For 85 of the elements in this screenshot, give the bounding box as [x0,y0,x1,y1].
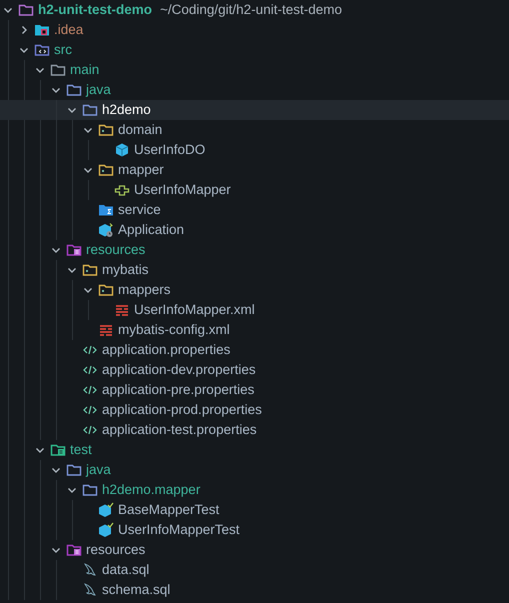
tree-row[interactable]: service [0,200,509,220]
tree-row[interactable]: domain [0,120,509,140]
folder-icon [50,62,66,78]
tree-item-label: UserInfoMapper [134,181,231,199]
tree-item-label: application-pre.properties [102,381,254,399]
tree-row[interactable]: test [0,440,509,460]
tree-item-label: src [54,41,72,59]
test-class-icon [98,522,114,538]
database-file-icon [82,562,98,578]
folder-icon [18,2,34,18]
resources-folder-icon [66,542,82,558]
tree-item-label: java [86,81,111,99]
tree-item-label: resources [86,541,146,559]
xml-file-icon [114,302,130,318]
tree-row[interactable]: resources [0,240,509,260]
tree-row[interactable]: java [0,460,509,480]
tree-row[interactable]: application-prod.properties [0,400,509,420]
tree-item-label: application.properties [102,341,230,359]
project-path: ~/Coding/git/h2-unit-test-demo [160,1,342,19]
cube-icon [114,142,130,158]
project-name: h2-unit-test-demo [38,1,152,19]
package-folder-icon [82,262,98,278]
tree-item-label: schema.sql [102,581,170,599]
tree-row[interactable]: application-test.properties [0,420,509,440]
tree-item-label: .idea [54,21,84,39]
tree-item-label: mappers [118,281,171,299]
tree-row[interactable]: mapper [0,160,509,180]
tree-row[interactable]: UserInfoMapper.xml [0,300,509,320]
folder-icon [66,462,82,478]
resources-folder-icon [66,242,82,258]
class-icon [98,222,114,238]
tree-item-label: mybatis [102,261,149,279]
tree-item-label: application-dev.properties [102,361,256,379]
tree-row[interactable]: application.properties [0,340,509,360]
tree-item-label: test [70,441,92,459]
tree-item-label: data.sql [102,561,150,579]
test-folder-icon [50,442,66,458]
tree-row[interactable]: UserInfoDO [0,140,509,160]
tree-item-label: mybatis-config.xml [118,321,230,339]
tree-item-label: service [118,201,161,219]
tree-row[interactable]: Application [0,220,509,240]
folder-icon [34,22,50,38]
tree-row[interactable]: mybatis-config.xml [0,320,509,340]
tree-row[interactable]: schema.sql [0,580,509,600]
tree-item-label: h2demo.mapper [102,481,200,499]
tree-item-label: UserInfoMapper.xml [134,301,255,319]
test-class-icon [98,502,114,518]
tree-row[interactable]: data.sql [0,560,509,580]
tree-item-label: java [86,461,111,479]
tree-item-label: Application [118,221,184,239]
tree-item-label: domain [118,121,162,139]
tree-row[interactable]: UserInfoMapper [0,180,509,200]
tree-item-label: application-test.properties [102,421,257,439]
tree-row[interactable]: .idea [0,20,509,40]
tree-row[interactable]: mybatis [0,260,509,280]
folder-icon [82,482,98,498]
tree-row[interactable]: application-pre.properties [0,380,509,400]
tree-item-label: mapper [118,161,164,179]
tree-item-label: h2demo [102,101,151,119]
tree-item-label: main [70,61,100,79]
source-folder-icon [34,42,50,58]
tree-item-label: BaseMapperTest [118,501,220,519]
tree-row[interactable]: resources [0,540,509,560]
tree-item-label: UserInfoDO [134,141,206,159]
package-folder-icon [98,162,114,178]
xml-file-icon [98,322,114,338]
tree-row[interactable]: mappers [0,280,509,300]
tree-row[interactable]: h2-unit-test-demo ~/Coding/git/h2-unit-test-demo [0,0,509,20]
tree-row[interactable]: h2demo [0,100,509,120]
tree-row[interactable]: application-dev.properties [0,360,509,380]
tree-item-label: UserInfoMapperTest [118,521,240,539]
folder-icon [66,82,82,98]
tree-row[interactable]: h2demo.mapper [0,480,509,500]
tree-row[interactable]: UserInfoMapperTest [0,520,509,540]
tree-item-label: application-prod.properties [102,401,262,419]
tree-row[interactable]: BaseMapperTest [0,500,509,520]
tree-row[interactable]: src [0,40,509,60]
tree-row[interactable]: main [0,60,509,80]
tree-item-label: resources [86,241,146,259]
package-folder-icon [98,122,114,138]
folder-icon [82,102,98,118]
package-folder-icon [98,282,114,298]
database-file-icon [82,582,98,598]
service-folder-icon [98,202,114,218]
tree-row[interactable]: java [0,80,509,100]
